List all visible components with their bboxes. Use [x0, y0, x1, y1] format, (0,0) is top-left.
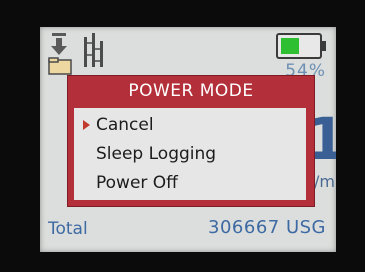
device-screen: 54% 1 /m Total 306667 USG POWER MODE Can… — [40, 27, 336, 252]
menu-item-power-off[interactable]: Power Off — [74, 169, 306, 197]
battery-fill — [281, 38, 299, 54]
power-mode-dialog: POWER MODE Cancel Sleep Logging Power Of… — [67, 75, 315, 207]
selection-caret-icon — [83, 120, 90, 130]
total-label: Total — [48, 219, 88, 239]
total-value: 306667 USG — [208, 217, 326, 238]
download-arrow-icon — [51, 33, 67, 55]
totalizer-row: Total 306667 USG — [40, 215, 336, 245]
signal-bars-icon — [84, 33, 103, 67]
menu-item-label: Power Off — [96, 173, 178, 193]
battery-tip — [322, 41, 326, 51]
battery-icon — [276, 33, 326, 59]
status-bar: 54% — [40, 27, 336, 81]
dialog-title: POWER MODE — [128, 81, 254, 101]
menu-item-cancel[interactable]: Cancel — [74, 111, 306, 139]
flow-rate-unit: /m — [314, 172, 335, 191]
menu-item-sleep-logging[interactable]: Sleep Logging — [74, 140, 306, 168]
folder-icon — [48, 57, 72, 75]
menu-item-label: Sleep Logging — [96, 144, 217, 164]
menu-item-label: Cancel — [96, 115, 154, 135]
dialog-menu: Cancel Sleep Logging Power Off — [74, 108, 306, 200]
